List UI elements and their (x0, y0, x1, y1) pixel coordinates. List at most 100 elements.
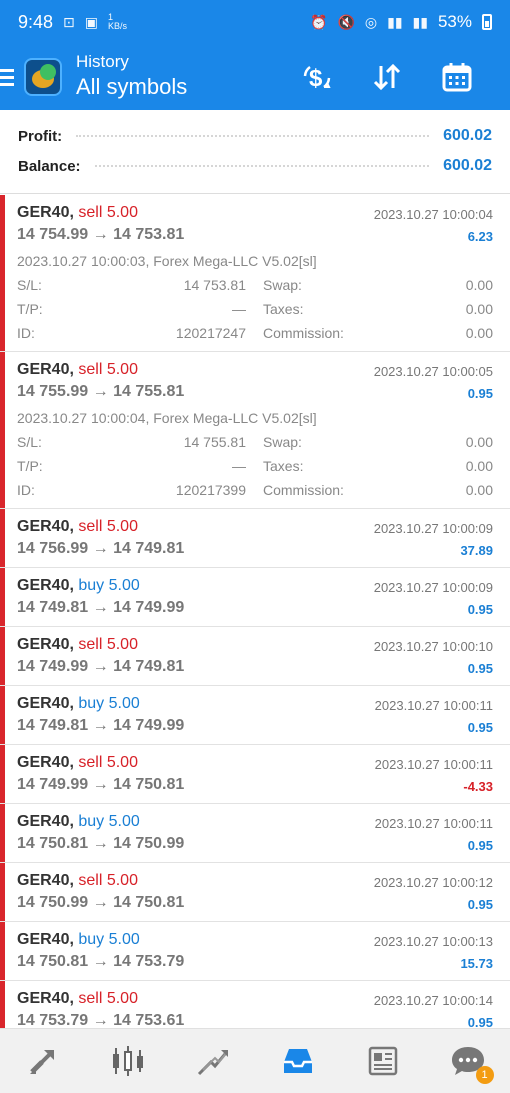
deal-row[interactable]: GER40, sell 5.00 14 749.99 → 14 750.81 202… (0, 745, 510, 804)
chart-icon[interactable] (98, 1036, 158, 1086)
dotted-leader (94, 165, 430, 167)
detail-row: ID: 120217399 Commission: 0.00 (17, 482, 493, 502)
deal-profit: 0.95 (467, 838, 493, 853)
account-summary: Profit: 600.02 Balance: 600.02 (0, 110, 510, 194)
history-icon[interactable] (268, 1036, 328, 1086)
quotes-icon[interactable] (13, 1036, 73, 1086)
deal-comment: 2023.10.27 10:00:03, Forex Mega-LLC V5.0… (17, 253, 317, 269)
deal-time: 2023.10.27 10:00:11 (374, 757, 493, 772)
detail-row: T/P: — Taxes: 0.00 (17, 301, 493, 321)
title-block[interactable]: History All symbols (76, 52, 187, 102)
detail-row: ID: 120217247 Commission: 0.00 (17, 325, 493, 345)
deal-prices: 14 750.81 → 14 753.79 (17, 953, 185, 970)
deal-symbol: GER40, (17, 990, 74, 1007)
deal-row[interactable]: GER40, buy 5.00 14 750.81 → 14 753.79 2023… (0, 922, 510, 981)
detail-row: T/P: — Taxes: 0.00 (17, 458, 493, 478)
deal-row[interactable]: GER40, buy 5.00 14 749.81 → 14 749.99 2023… (0, 568, 510, 627)
deal-marker (0, 981, 5, 1028)
deal-direction: sell 5.00 (78, 990, 138, 1007)
deal-symbol-line: GER40, sell 5.00 (17, 872, 138, 890)
sort-arrows-icon[interactable] (352, 52, 422, 102)
deal-row[interactable]: GER40, sell 5.00 14 750.99 → 14 750.81 202… (0, 863, 510, 922)
messages-icon[interactable]: 1 (438, 1036, 498, 1086)
swap-value: 0.00 (465, 434, 493, 450)
deal-time: 2023.10.27 10:00:09 (373, 521, 493, 536)
commission-value: 0.00 (465, 325, 493, 341)
deal-symbol: GER40, (17, 872, 74, 889)
deal-time: 2023.10.27 10:00:09 (373, 580, 493, 595)
svg-text:$: $ (309, 65, 323, 92)
deal-direction: sell 5.00 (78, 754, 138, 771)
deals-list: GER40, sell 5.00 14 754.99 → 14 753.81 202… (0, 195, 510, 1028)
status-time: 9:48 (18, 11, 54, 32)
deal-time: 2023.10.27 10:00:12 (373, 875, 493, 890)
deal-row[interactable]: GER40, sell 5.00 14 755.99 → 14 755.81 202… (0, 352, 510, 509)
deal-prices: 14 753.79 → 14 753.61 (17, 1012, 185, 1028)
tp-value: — (232, 301, 246, 317)
deal-symbol-line: GER40, sell 5.00 (17, 518, 138, 536)
deal-profit: 0.95 (467, 897, 493, 912)
deal-profit: 0.95 (467, 720, 493, 735)
swap-label: Swap: (263, 277, 302, 293)
profit-value: 600.02 (443, 127, 492, 144)
calendar-icon[interactable] (422, 52, 492, 102)
battery-icon (482, 14, 492, 30)
deal-time: 2023.10.27 10:00:11 (374, 816, 493, 831)
battery-level: 53% (437, 12, 472, 31)
balance-label: Balance: (18, 157, 89, 175)
dotted-leader (76, 135, 430, 137)
balance-row: Balance: 600.02 (18, 154, 492, 178)
trade-icon[interactable] (183, 1036, 243, 1086)
signal-icon: ▮▮ (387, 13, 403, 30)
deal-symbol: GER40, (17, 361, 74, 378)
deal-direction: buy 5.00 (78, 695, 140, 712)
deal-profit: 0.95 (467, 661, 493, 676)
menu-icon[interactable] (0, 44, 18, 110)
deal-time: 2023.10.27 10:00:13 (373, 934, 493, 949)
deal-prices: 14 749.99 → 14 750.81 (17, 776, 185, 793)
deal-marker (0, 568, 5, 626)
deal-profit: 0.95 (467, 602, 493, 617)
deal-direction: buy 5.00 (78, 931, 140, 948)
detail-row: S/L: 14 755.81 Swap: 0.00 (17, 434, 493, 454)
deal-row[interactable]: GER40, sell 5.00 14 753.79 → 14 753.61 202… (0, 981, 510, 1028)
deal-row[interactable]: GER40, buy 5.00 14 749.81 → 14 749.99 2023… (0, 686, 510, 745)
symbol-filter[interactable]: All symbols (76, 72, 187, 102)
balance-value: 600.02 (443, 157, 492, 174)
deal-time: 2023.10.27 10:00:04 (373, 207, 493, 222)
deal-prices: 14 754.99 → 14 753.81 (17, 226, 185, 243)
deal-symbol-line: GER40, buy 5.00 (17, 577, 140, 595)
status-bar: 9:48 ⊡ ▣ 1 KB/s ⏰ 🔇 ◎ ▮▮ ▮▮ 53% (0, 0, 510, 44)
news-icon[interactable] (353, 1036, 413, 1086)
deal-prices: 14 756.99 → 14 749.81 (17, 540, 185, 557)
deal-row[interactable]: GER40, buy 5.00 14 750.81 → 14 750.99 2023… (0, 804, 510, 863)
deal-symbol-line: GER40, buy 5.00 (17, 813, 140, 831)
profit-row: Profit: 600.02 (18, 124, 492, 148)
deal-row[interactable]: GER40, sell 5.00 14 756.99 → 14 749.81 202… (0, 509, 510, 568)
taxes-label: Taxes: (263, 301, 304, 317)
taxes-value: 0.00 (465, 458, 493, 474)
deal-direction: sell 5.00 (78, 872, 138, 889)
deal-prices: 14 750.81 → 14 750.99 (17, 835, 185, 852)
deal-time: 2023.10.27 10:00:05 (373, 364, 493, 379)
deal-row[interactable]: GER40, sell 5.00 14 749.99 → 14 749.81 202… (0, 627, 510, 686)
sl-label: S/L: (17, 434, 42, 450)
commission-value: 0.00 (465, 482, 493, 498)
swap-label: Swap: (263, 434, 302, 450)
dollar-sort-icon[interactable]: $ (282, 52, 352, 102)
deal-symbol-line: GER40, buy 5.00 (17, 931, 140, 949)
messages-badge: 1 (475, 1066, 494, 1084)
deal-direction: buy 5.00 (78, 813, 140, 830)
gallery-icon: ▣ (84, 13, 99, 30)
deal-marker (0, 745, 5, 803)
taxes-value: 0.00 (465, 301, 493, 317)
deal-time: 2023.10.27 10:00:11 (374, 698, 493, 713)
deal-direction: buy 5.00 (78, 577, 140, 594)
deal-row[interactable]: GER40, sell 5.00 14 754.99 → 14 753.81 202… (0, 195, 510, 352)
deal-symbol-line: GER40, sell 5.00 (17, 754, 138, 772)
deal-prices: 14 750.99 → 14 750.81 (17, 894, 185, 911)
commission-label: Commission: (263, 325, 344, 341)
deal-profit: 0.95 (467, 1015, 493, 1028)
deal-marker (0, 686, 5, 744)
deal-time: 2023.10.27 10:00:10 (373, 639, 493, 654)
